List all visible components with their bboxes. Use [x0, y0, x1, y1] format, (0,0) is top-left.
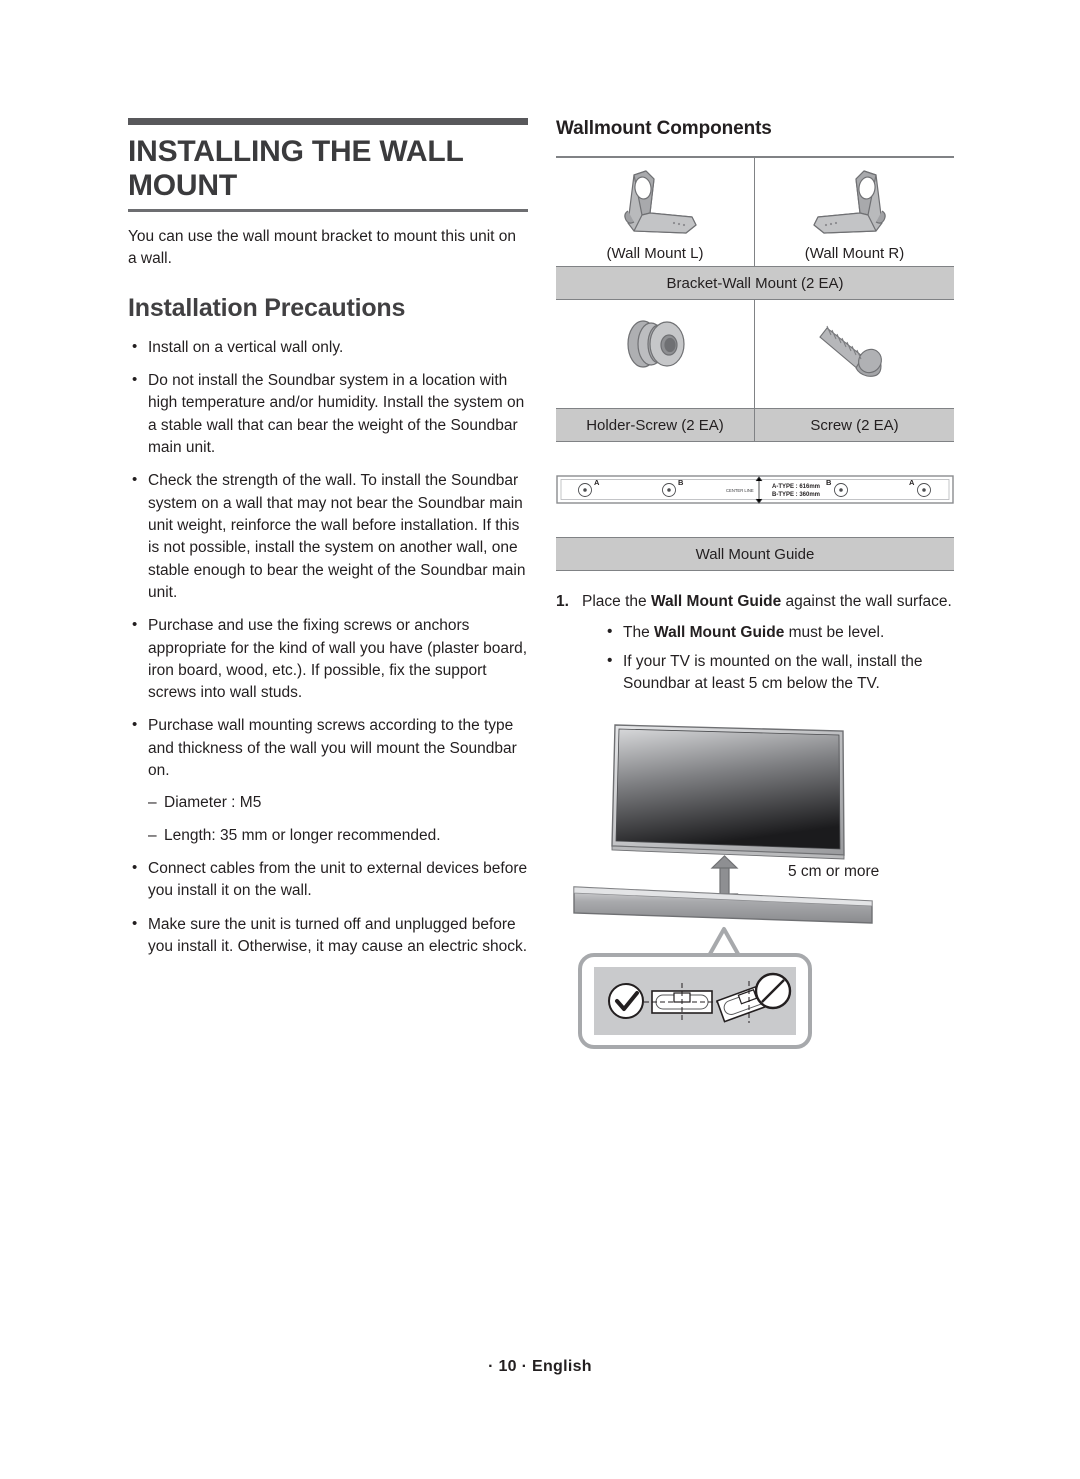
- wall-mount-guide-figure: A B B A CENTER LINE A-TYPE : 616mm B-TYP…: [556, 470, 954, 510]
- list-item: Connect cables from the unit to external…: [128, 857, 528, 903]
- guide-center-line-label: CENTER LINE: [726, 488, 754, 493]
- table-row: . .: [556, 300, 954, 408]
- section-title-wallmount: Wallmount Components: [556, 118, 772, 139]
- section-title-precautions: Installation Precautions: [128, 293, 406, 322]
- guide-hole-label-a-left: A: [594, 478, 600, 487]
- bullet-text-bold: Wall Mount Guide: [654, 624, 785, 642]
- check-icon: [608, 983, 644, 1020]
- guide-a-type-label: A-TYPE : 616mm: [772, 484, 820, 490]
- list-item: Do not install the Soundbar system in a …: [128, 369, 528, 459]
- guide-hole-label-b-left: B: [678, 478, 684, 487]
- tv-icon: [611, 724, 845, 860]
- component-cell-wall-mount-r: (Wall Mount R): [755, 158, 954, 266]
- chapter-intro: You can use the wall mount bracket to mo…: [128, 227, 517, 267]
- screw-icon: [818, 325, 882, 377]
- list-item: Install on a vertical wall only.: [128, 336, 528, 359]
- bullet-text-before: If your TV is mounted on the wall, insta…: [623, 652, 923, 692]
- step-1: 1. Place the Wall Mount Guide against th…: [556, 591, 954, 701]
- wall-mount-bracket-right-icon: [812, 169, 886, 234]
- manual-page: INSTALLING THE WALL MOUNT You can use th…: [0, 0, 1080, 1479]
- screw-spec-list: Diameter : M5 Length: 35 mm or longer re…: [148, 792, 528, 847]
- list-item: Diameter : M5: [148, 792, 528, 815]
- level-callout-box: [578, 953, 812, 1050]
- page-title: INSTALLING THE WALL MOUNT: [128, 135, 464, 202]
- chapter-rule-top: [128, 118, 528, 125]
- component-caption: (Wall Mount R): [804, 244, 905, 262]
- precautions-list: Install on a vertical wall only. Do not …: [128, 336, 528, 959]
- step-body: Place the Wall Mount Guide against the w…: [582, 591, 954, 701]
- bullet-text-after: must be level.: [784, 624, 885, 642]
- list-item: Purchase wall mounting screws according …: [128, 714, 528, 847]
- bullet-text-before: The: [623, 624, 655, 642]
- wall-mount-guide-strip-icon: A B B A CENTER LINE A-TYPE : 616mm B-TYP…: [556, 475, 954, 504]
- component-label-wall-mount-guide: Wall Mount Guide: [556, 537, 954, 571]
- table-row: (Wall Mount L) (Wall Mount R): [556, 158, 954, 266]
- right-column: Wallmount Components (Wall Mount L) (Wal…: [556, 118, 954, 1055]
- component-cell-holder-screw: .: [556, 300, 755, 408]
- distance-label: 5 cm or more: [788, 863, 880, 881]
- holder-screw-icon: [627, 319, 685, 368]
- step-text-before: Place the: [582, 593, 651, 610]
- left-column: INSTALLING THE WALL MOUNT You can use th…: [128, 118, 528, 969]
- component-label-holder-screw: Holder-Screw (2 EA): [556, 409, 755, 441]
- wall-mount-bracket-left-icon: [624, 169, 697, 234]
- step-text-bold: Wall Mount Guide: [650, 593, 782, 610]
- guide-hole-label-a-right: A: [909, 478, 915, 487]
- step-bullet-list: The Wall Mount Guide must be level. If y…: [604, 621, 954, 696]
- component-caption: (Wall Mount L): [606, 244, 704, 262]
- list-item: The Wall Mount Guide must be level.: [604, 621, 954, 644]
- component-label-bracket: Bracket-Wall Mount (2 EA): [556, 266, 954, 300]
- step-number: 1.: [556, 593, 569, 610]
- tv-soundbar-illustration: [573, 724, 873, 1050]
- list-item: Purchase and use the fixing screws or an…: [128, 614, 528, 704]
- list-item: Length: 35 mm or longer recommended.: [148, 825, 528, 848]
- page-footer: · 10 · English: [488, 1358, 592, 1375]
- prohibition-icon: [754, 973, 792, 1010]
- component-cell-screw: .: [755, 300, 954, 408]
- tv-soundbar-figure: 5 cm or more: [556, 715, 954, 1055]
- list-item: Check the strength of the wall. To insta…: [128, 469, 528, 604]
- list-item-text: Purchase wall mounting screws according …: [148, 717, 517, 780]
- list-item: If your TV is mounted on the wall, insta…: [604, 650, 954, 696]
- chapter-rule-bottom: [128, 208, 528, 212]
- wallmount-components-table: (Wall Mount L) (Wall Mount R) Bracket-Wa…: [556, 156, 954, 442]
- list-item: Make sure the unit is turned off and unp…: [128, 913, 528, 959]
- step-text-after: against the wall surface.: [781, 593, 952, 610]
- guide-hole-label-b-right: B: [826, 478, 832, 487]
- component-label-row: Holder-Screw (2 EA) Screw (2 EA): [556, 408, 954, 442]
- guide-b-type-label: B-TYPE : 360mm: [772, 492, 820, 498]
- component-cell-wall-mount-l: (Wall Mount L): [556, 158, 755, 266]
- component-label-screw: Screw (2 EA): [810, 416, 899, 434]
